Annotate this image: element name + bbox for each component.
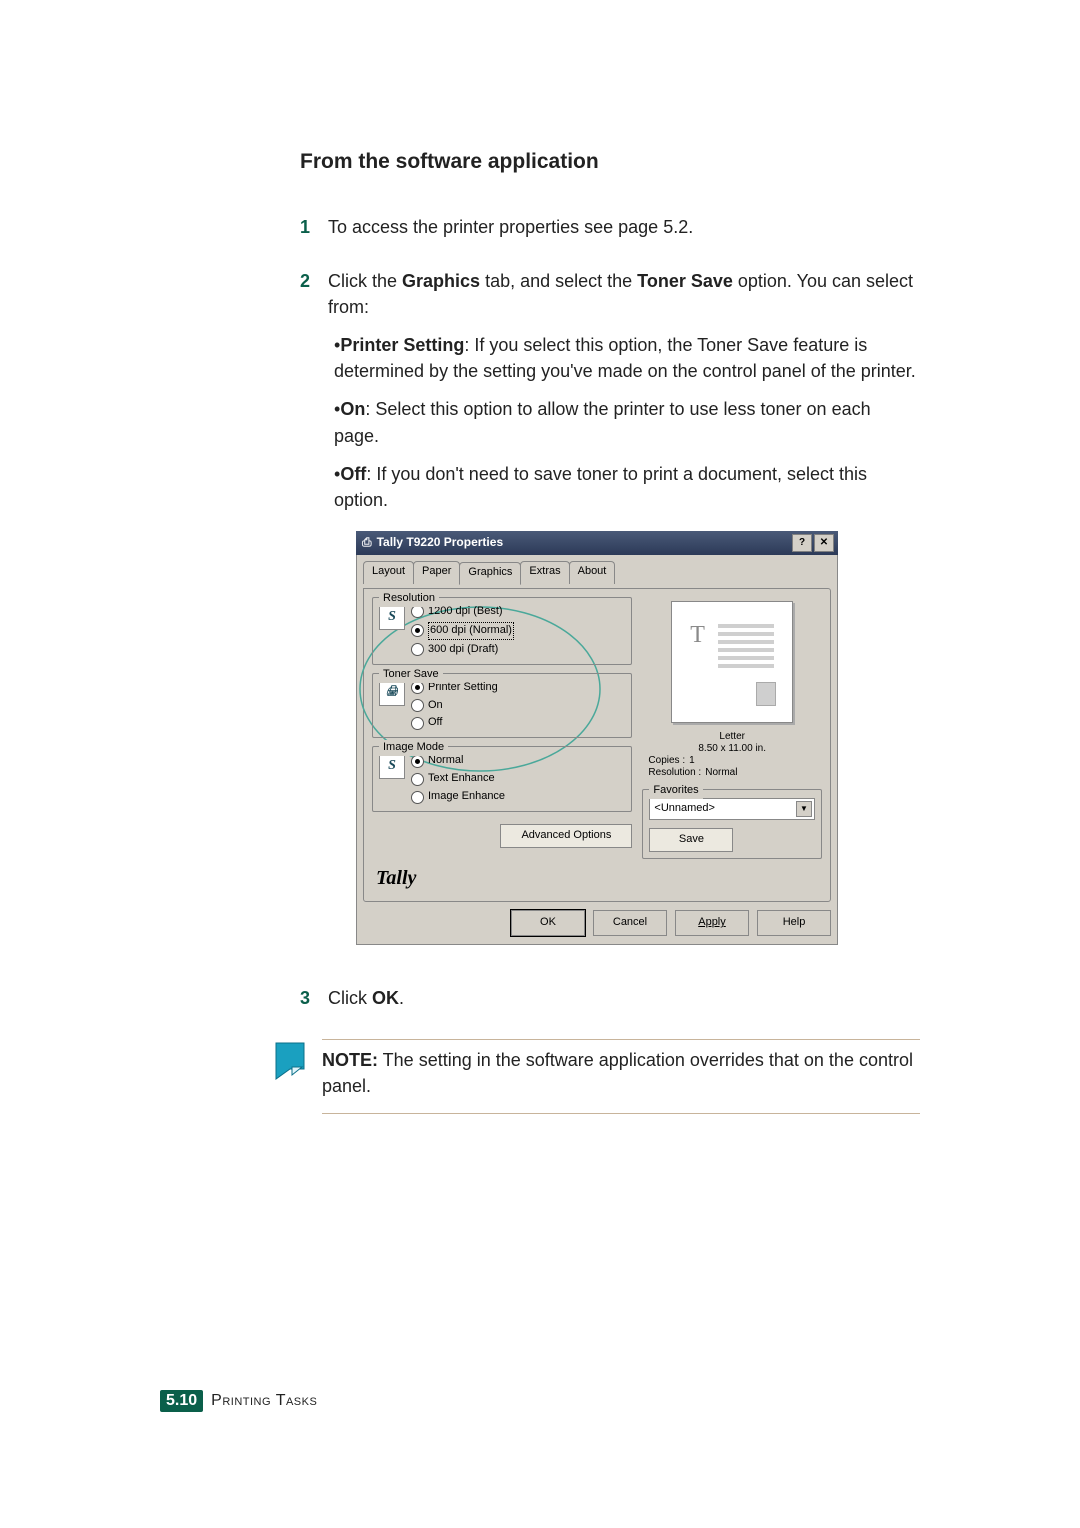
close-icon[interactable]: ✕ bbox=[814, 534, 834, 552]
bullet-off: •Off: If you don't need to save toner to… bbox=[334, 461, 920, 513]
tab-graphics[interactable]: Graphics bbox=[459, 562, 521, 585]
dialog-title: Tally T9220 Properties bbox=[377, 534, 504, 551]
favorites-save-button[interactable]: Save bbox=[649, 828, 733, 852]
brand-logo: Tally bbox=[376, 864, 632, 893]
radio-300dpi[interactable]: 300 dpi (Draft) bbox=[411, 642, 514, 658]
group-favorites: Favorites <Unnamed> ▼ Save bbox=[642, 789, 822, 859]
note-label: NOTE: bbox=[322, 1050, 378, 1070]
help-button[interactable]: Help bbox=[757, 910, 831, 936]
step-1: 1 To access the printer properties see p… bbox=[300, 214, 920, 240]
note-body: The setting in the software application … bbox=[322, 1050, 913, 1095]
text: Click the bbox=[328, 271, 402, 291]
resolution-icon: S bbox=[379, 604, 405, 630]
ok-button[interactable]: OK bbox=[511, 910, 585, 936]
step-body: To access the printer properties see pag… bbox=[328, 214, 920, 240]
radio-600dpi[interactable]: 600 dpi (Normal) bbox=[411, 622, 514, 640]
radio-text-enhance[interactable]: Text Enhance bbox=[411, 771, 505, 787]
step-number: 2 bbox=[300, 268, 328, 945]
group-toner-save: Toner Save 🖨 Printer Setting On Off bbox=[372, 673, 632, 739]
step-number: 3 bbox=[300, 985, 328, 1011]
titlebar: ⎙ Tally T9220 Properties ? ✕ bbox=[356, 531, 838, 555]
radio-toner-on[interactable]: On bbox=[411, 698, 498, 714]
page-number-badge: 5.10 bbox=[160, 1390, 203, 1412]
tab-about[interactable]: About bbox=[569, 561, 616, 584]
preview-image-icon bbox=[756, 682, 776, 706]
page-meta: Letter 8.50 x 11.00 in. Copies :1 Resolu… bbox=[642, 731, 822, 779]
cancel-button[interactable]: Cancel bbox=[593, 910, 667, 936]
radio-image-enhance[interactable]: Image Enhance bbox=[411, 789, 505, 805]
group-legend: Resolution bbox=[379, 591, 439, 607]
step-3: 3 Click OK. bbox=[300, 985, 920, 1011]
apply-button[interactable]: Apply bbox=[675, 910, 749, 936]
step-2: 2 Click the Graphics tab, and select the… bbox=[300, 268, 920, 945]
section-heading: From the software application bbox=[300, 150, 920, 174]
note-block: NOTE: The setting in the software applic… bbox=[270, 1039, 920, 1113]
footer-title: Printing Tasks bbox=[211, 1392, 317, 1410]
preview-letter-icon: T bbox=[690, 618, 705, 653]
tab-extras[interactable]: Extras bbox=[520, 561, 569, 584]
tab-strip: Layout Paper Graphics Extras About bbox=[363, 561, 831, 584]
text: . bbox=[399, 988, 404, 1008]
bullet-printer-setting: •Printer Setting: If you select this opt… bbox=[334, 332, 920, 384]
group-image-mode: Image Mode S Normal Text Enhance Image E… bbox=[372, 746, 632, 812]
page-preview: T bbox=[671, 601, 793, 723]
advanced-options-button[interactable]: Advanced Options bbox=[500, 824, 632, 848]
radio-toner-off[interactable]: Off bbox=[411, 715, 498, 731]
group-legend: Image Mode bbox=[379, 740, 448, 756]
tab-layout[interactable]: Layout bbox=[363, 561, 414, 584]
group-resolution: Resolution S 1200 dpi (Best) 600 dpi (No… bbox=[372, 597, 632, 665]
bold: OK bbox=[372, 988, 399, 1008]
text: Click bbox=[328, 988, 372, 1008]
step-number: 1 bbox=[300, 214, 328, 240]
favorites-dropdown[interactable]: <Unnamed> ▼ bbox=[649, 798, 815, 820]
printer-icon: ⎙ bbox=[362, 534, 372, 551]
group-legend: Toner Save bbox=[379, 667, 443, 683]
group-legend: Favorites bbox=[649, 783, 702, 799]
bold: Toner Save bbox=[637, 271, 733, 291]
chevron-down-icon[interactable]: ▼ bbox=[796, 801, 812, 817]
properties-dialog: ⎙ Tally T9220 Properties ? ✕ Layout Pape… bbox=[356, 531, 838, 945]
toner-save-icon: 🖨 bbox=[379, 680, 405, 706]
note-icon bbox=[270, 1039, 310, 1088]
page-footer: 5.10 Printing Tasks bbox=[160, 1390, 317, 1412]
bold: Graphics bbox=[402, 271, 480, 291]
tab-paper[interactable]: Paper bbox=[413, 561, 460, 584]
help-icon[interactable]: ? bbox=[792, 534, 812, 552]
bullet-on: •On: Select this option to allow the pri… bbox=[334, 396, 920, 448]
text: tab, and select the bbox=[480, 271, 637, 291]
image-mode-icon: S bbox=[379, 753, 405, 779]
